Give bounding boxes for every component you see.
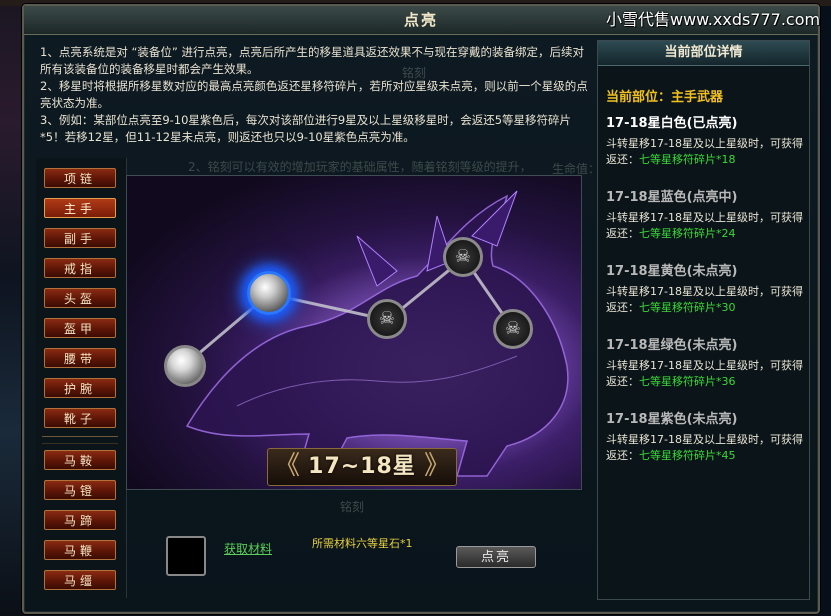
intro-line-1: 1、点亮系统是对 “装备位” 进行点亮，点亮后所产生的移星道具返还效果不与现在穿…: [40, 45, 585, 76]
ghost-bottom-tab: 铭刻: [340, 500, 365, 514]
tier-reward: 七等星移符碎片*36: [639, 375, 736, 388]
slot-reins[interactable]: 马缰: [44, 570, 116, 590]
tier-desc: 斗转星移17-18星及以上星级时，可获得返还：七等星移符碎片*45: [606, 432, 806, 464]
slot-off-hand[interactable]: 副手: [44, 228, 116, 248]
star-node-4-lock[interactable]: ☠: [443, 237, 483, 277]
star-stage-panel: ☠ ☠ ☠ 《 17~18星 》: [126, 175, 582, 490]
watermark-text: 小雪代售www.xxds777.com: [606, 10, 821, 29]
slot-helmet[interactable]: 头盔: [44, 288, 116, 308]
tier-green: 17-18星绿色(未点亮) 斗转星移17-18星及以上星级时，可获得返还：七等星…: [606, 337, 806, 390]
slot-ring[interactable]: 戒指: [44, 258, 116, 278]
window-title: 点亮: [403, 11, 438, 29]
slot-divider: [42, 436, 118, 444]
star-node-2[interactable]: [247, 271, 291, 315]
tier-yellow: 17-18星黄色(未点亮) 斗转星移17-18星及以上星级时，可获得返还：七等星…: [606, 263, 806, 316]
intro-line-2: 2、移星时将根据所移星数对应的最高点亮颜色返还星移符碎片，若所对应星级未点亮，则…: [40, 79, 588, 110]
tier-blue: 17-18星蓝色(点亮中) 斗转星移17-18星及以上星级时，可获得返还：七等星…: [606, 189, 806, 242]
tier-reward: 七等星移符碎片*30: [639, 301, 736, 314]
tier-reward: 七等星移符碎片*24: [639, 227, 736, 240]
slot-saddle[interactable]: 马鞍: [44, 450, 116, 470]
slot-bracer[interactable]: 护腕: [44, 378, 116, 398]
slot-necklace[interactable]: 项链: [44, 168, 116, 188]
tier-white: 17-18星白色(已点亮) 斗转星移17-18星及以上星级时，可获得返还：七等星…: [606, 115, 806, 168]
stage-label: 17~18星: [308, 454, 416, 479]
intro-line-3: 3、例如：某部位点亮至9-10星紫色后，每次对该部位进行9星及以上星级移星时，会…: [40, 113, 572, 144]
slot-belt[interactable]: 腰带: [44, 348, 116, 368]
tier-name: 17-18星黄色(未点亮): [606, 264, 738, 279]
tier-desc: 斗转星移17-18星及以上星级时，可获得返还：七等星移符碎片*36: [606, 358, 806, 390]
required-material-text: 所需材料六等星石*1: [312, 537, 413, 550]
light-up-button[interactable]: 点亮: [456, 546, 536, 568]
current-part-label: 当前部位：主手武器: [606, 90, 724, 105]
detail-header: 当前部位详情: [598, 41, 809, 66]
get-material-link[interactable]: 获取材料: [224, 540, 272, 557]
stage-banner: 《 17~18星 》: [267, 448, 457, 486]
star-node-5-lock[interactable]: ☠: [493, 309, 533, 349]
tier-desc: 斗转星移17-18星及以上星级时，可获得返还：七等星移符碎片*18: [606, 136, 806, 168]
tier-purple: 17-18星紫色(未点亮) 斗转星移17-18星及以上星级时，可获得返还：七等星…: [606, 411, 806, 464]
slot-armor[interactable]: 盔甲: [44, 318, 116, 338]
tier-reward: 七等星移符碎片*18: [639, 153, 736, 166]
equipment-slot-list: 项链 主手 副手 戒指 头盔 盔甲 腰带 护腕 靴子 马鞍 马镫 马蹄 马鞭 马…: [36, 158, 127, 598]
prev-stage-arrow[interactable]: 《: [274, 451, 300, 481]
ghost-line: 2、铭刻可以有效的增加玩家的基础属性，随着铭刻等级的提升，: [188, 160, 532, 174]
material-item-slot[interactable]: [166, 536, 206, 576]
tier-name: 17-18星蓝色(点亮中): [606, 190, 738, 205]
slot-main-hand[interactable]: 主手: [44, 198, 116, 218]
tier-name: 17-18星紫色(未点亮): [606, 412, 738, 427]
tier-desc: 斗转星移17-18星及以上星级时，可获得返还：七等星移符碎片*24: [606, 210, 806, 242]
tier-desc: 斗转星移17-18星及以上星级时，可获得返还：七等星移符碎片*30: [606, 284, 806, 316]
tier-reward: 七等星移符碎片*45: [639, 449, 736, 462]
slot-stirrup[interactable]: 马镫: [44, 480, 116, 500]
slot-horseshoe[interactable]: 马蹄: [44, 510, 116, 530]
tier-name: 17-18星白色(已点亮): [606, 116, 738, 131]
star-node-1[interactable]: [164, 345, 206, 387]
intro-text: 1、点亮系统是对 “装备位” 进行点亮，点亮后所产生的移星道具返还效果不与现在穿…: [40, 44, 595, 146]
star-node-3-lock[interactable]: ☠: [367, 299, 407, 339]
next-stage-arrow[interactable]: 》: [424, 451, 450, 481]
slot-boots[interactable]: 靴子: [44, 408, 116, 428]
current-part-detail-panel: 当前部位详情 当前部位：主手武器 17-18星白色(已点亮) 斗转星移17-18…: [597, 40, 810, 600]
tier-name: 17-18星绿色(未点亮): [606, 338, 738, 353]
slot-whip[interactable]: 马鞭: [44, 540, 116, 560]
